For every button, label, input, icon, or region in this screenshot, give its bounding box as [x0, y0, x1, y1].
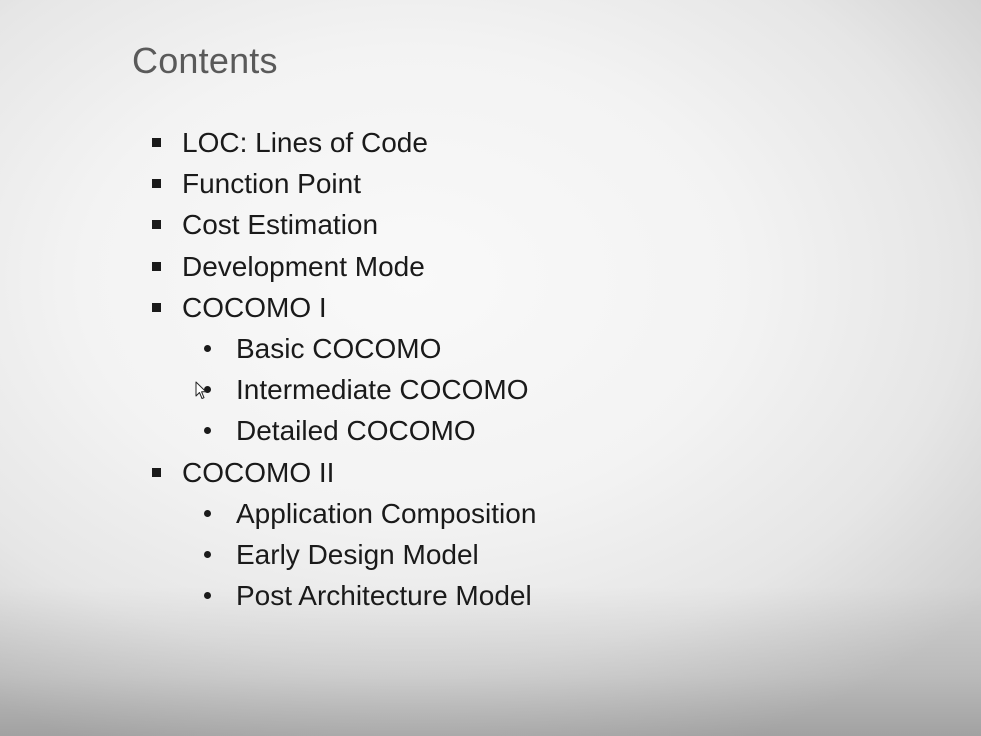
round-bullet-icon: [204, 550, 211, 558]
square-bullet-icon: [152, 467, 161, 477]
list-item-text: Detailed COCOMO: [236, 415, 476, 447]
list-item-cost-estimation: Cost Estimation: [150, 204, 536, 245]
list-item-loc: LOC: Lines of Code: [150, 122, 536, 163]
slide-title: Contents: [132, 40, 278, 81]
round-bullet-icon: [204, 592, 211, 600]
list-item-text: Development Mode: [182, 250, 425, 282]
square-bullet-icon: [152, 138, 161, 147]
list-item-cocomo-1: COCOMO I: [150, 287, 536, 328]
list-item-text: Function Point: [182, 168, 361, 200]
round-bullet-icon: [204, 427, 211, 435]
list-item-cocomo-2: COCOMO II: [150, 452, 536, 493]
list-item-text: LOC: Lines of Code: [182, 127, 428, 158]
list-item-text: Post Architecture Model: [236, 580, 532, 612]
list-item-text: Early Design Model: [236, 538, 479, 570]
sub-item-basic-cocomo: Basic COCOMO: [150, 328, 536, 369]
mouse-cursor-icon: [195, 381, 207, 399]
round-bullet-icon: [204, 509, 211, 517]
sub-item-application-composition: Application Composition: [150, 493, 536, 534]
list-item-text: Application Composition: [236, 497, 537, 529]
list-item-function-point: Function Point: [150, 163, 536, 204]
round-bullet-icon: [204, 344, 211, 352]
square-bullet-icon: [152, 261, 161, 271]
sub-item-post-architecture-model: Post Architecture Model: [150, 575, 536, 616]
list-item-text: COCOMO I: [182, 291, 327, 323]
list-item-text: Cost Estimation: [182, 209, 379, 241]
square-bullet-icon: [152, 302, 161, 312]
list-item-text: Intermediate COCOMO: [236, 374, 529, 406]
list-item-text: Basic COCOMO: [236, 332, 442, 364]
square-bullet-icon: [152, 220, 161, 230]
list-item-text: COCOMO II: [182, 456, 335, 488]
sub-item-early-design-model: Early Design Model: [150, 534, 536, 575]
sub-item-intermediate-cocomo: Intermediate COCOMO: [150, 369, 536, 410]
sub-item-detailed-cocomo: Detailed COCOMO: [150, 410, 536, 451]
square-bullet-icon: [152, 179, 161, 189]
contents-list: LOC: Lines of Code Function Point Cost E…: [150, 122, 536, 616]
list-item-development-mode: Development Mode: [150, 246, 536, 287]
